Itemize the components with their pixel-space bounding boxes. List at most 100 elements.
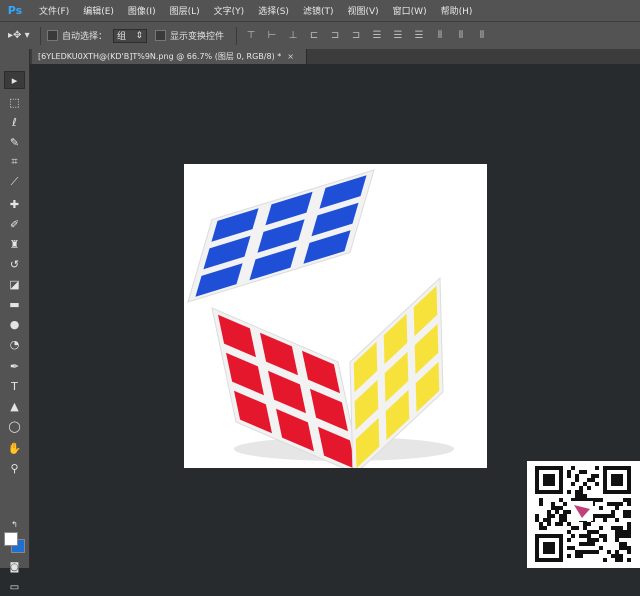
qr-module bbox=[591, 530, 595, 534]
close-icon[interactable]: × bbox=[287, 52, 294, 61]
rubiks-cube-image bbox=[187, 169, 454, 468]
crop-tool[interactable]: ⌗ bbox=[4, 153, 25, 171]
menu-layer[interactable]: 图层(L) bbox=[163, 4, 207, 17]
history-brush-tool[interactable]: ↺ bbox=[4, 255, 25, 273]
document-tab[interactable]: [6YLEDKU0XTH@(KD'B]T%9N.png @ 66.7% (图层 … bbox=[32, 49, 307, 64]
swap-colors-icon[interactable]: ↰ bbox=[4, 515, 25, 533]
qr-module bbox=[539, 498, 543, 502]
menu-select[interactable]: 选择(S) bbox=[251, 4, 296, 17]
eraser-tool[interactable]: ◪ bbox=[4, 275, 25, 293]
qr-module bbox=[539, 522, 543, 526]
gradient-tool[interactable]: ▬ bbox=[4, 295, 25, 313]
qr-finder-core bbox=[543, 542, 555, 554]
qr-module bbox=[555, 522, 559, 526]
qr-module bbox=[591, 542, 595, 546]
qr-module bbox=[583, 482, 587, 486]
distribute-left-icon[interactable]: ⫴ bbox=[432, 29, 448, 43]
qr-module bbox=[587, 522, 591, 526]
stamp-tool[interactable]: ♜ bbox=[4, 235, 25, 253]
qr-module bbox=[587, 538, 591, 542]
qr-module bbox=[603, 514, 607, 518]
show-transform-label: 显示变换控件 bbox=[170, 32, 225, 42]
path-select-tool[interactable]: ▲ bbox=[4, 397, 25, 415]
qr-module bbox=[595, 498, 599, 502]
qr-module bbox=[563, 514, 567, 518]
qr-module bbox=[627, 510, 631, 514]
menu-edit[interactable]: 编辑(E) bbox=[76, 4, 121, 17]
qr-module bbox=[583, 526, 587, 530]
shape-tool[interactable]: ◯ bbox=[4, 417, 25, 435]
qr-module bbox=[535, 518, 539, 522]
align-bottom-icon[interactable]: ⊥ bbox=[285, 29, 301, 43]
qr-module bbox=[619, 502, 623, 506]
align-top-icon[interactable]: ⊤ bbox=[243, 29, 259, 43]
menu-image[interactable]: 图像(I) bbox=[121, 4, 163, 17]
qr-module bbox=[563, 510, 567, 514]
qr-module bbox=[587, 530, 591, 534]
document-tab-bar: [6YLEDKU0XTH@(KD'B]T%9N.png @ 66.7% (图层 … bbox=[29, 49, 640, 64]
qr-module bbox=[567, 538, 571, 542]
qr-module bbox=[595, 466, 599, 470]
qr-module bbox=[611, 526, 615, 530]
type-tool[interactable]: T bbox=[4, 377, 25, 395]
qr-module bbox=[559, 518, 563, 522]
distribute-vcenter-icon[interactable]: ☰ bbox=[390, 29, 406, 43]
hand-tool[interactable]: ✋ bbox=[4, 439, 25, 457]
qr-module bbox=[567, 522, 571, 526]
qr-module bbox=[595, 514, 599, 518]
auto-select-dropdown[interactable]: 组 ⇕ bbox=[113, 28, 148, 43]
qr-module bbox=[615, 506, 619, 510]
blur-tool[interactable]: ● bbox=[4, 315, 25, 333]
distribute-hcenter-icon[interactable]: ⫴ bbox=[453, 29, 469, 43]
qr-module bbox=[619, 554, 623, 558]
qr-module bbox=[603, 534, 607, 538]
auto-select-checkbox[interactable] bbox=[47, 30, 58, 41]
screen-mode-icon[interactable]: ▭ bbox=[4, 578, 25, 596]
qr-module bbox=[567, 510, 571, 514]
qr-module bbox=[547, 514, 551, 518]
eyedropper-tool[interactable]: ⟋ bbox=[4, 173, 25, 191]
healing-tool[interactable]: ✚ bbox=[4, 195, 25, 213]
qr-module bbox=[599, 514, 603, 518]
lasso-tool[interactable]: ℓ bbox=[4, 113, 25, 131]
qr-module bbox=[623, 514, 627, 518]
menu-window[interactable]: 窗口(W) bbox=[386, 4, 434, 17]
qr-module bbox=[571, 466, 575, 470]
menu-view[interactable]: 视图(V) bbox=[340, 4, 385, 17]
align-vcenter-icon[interactable]: ⊢ bbox=[264, 29, 280, 43]
tools-panel: ↰ ◙ ▭ ▸ ⬚ ℓ ✎ ⌗ ⟋ ✚ ✐ ♜ ↺ ◪ ▬ ● ◔ ✒ T ▲ ◯ ✋ ⚲ bbox=[0, 49, 30, 593]
cube-faces bbox=[187, 169, 444, 468]
menu-type[interactable]: 文字(Y) bbox=[207, 4, 252, 17]
document-canvas[interactable] bbox=[184, 164, 487, 468]
menu-help[interactable]: 帮助(H) bbox=[434, 4, 480, 17]
show-transform-checkbox[interactable] bbox=[155, 30, 167, 41]
qr-finder-core bbox=[543, 474, 555, 486]
qr-module bbox=[587, 534, 591, 538]
foreground-color-swatch[interactable] bbox=[4, 532, 18, 546]
quick-select-tool[interactable]: ✎ bbox=[4, 133, 25, 151]
qr-module bbox=[579, 542, 583, 546]
dodge-tool[interactable]: ◔ bbox=[4, 335, 25, 353]
brush-tool[interactable]: ✐ bbox=[4, 215, 25, 233]
marquee-tool[interactable]: ⬚ bbox=[4, 93, 25, 111]
distribute-bottom-icon[interactable]: ☰ bbox=[411, 29, 427, 43]
move-tool[interactable]: ▸ bbox=[4, 71, 25, 89]
align-right-icon[interactable]: ⊐ bbox=[348, 29, 364, 43]
align-hcenter-icon[interactable]: ⊐ bbox=[327, 29, 343, 43]
qr-module bbox=[595, 550, 599, 554]
menu-filter[interactable]: 滤镜(T) bbox=[296, 4, 341, 17]
qr-module bbox=[543, 526, 547, 530]
pen-tool[interactable]: ✒ bbox=[4, 357, 25, 375]
distribute-top-icon[interactable]: ☰ bbox=[369, 29, 385, 43]
qr-module bbox=[623, 498, 627, 502]
quick-mask-icon[interactable]: ◙ bbox=[4, 558, 25, 576]
align-left-icon[interactable]: ⊏ bbox=[306, 29, 322, 43]
qr-module bbox=[607, 550, 611, 554]
menu-file[interactable]: 文件(F) bbox=[32, 4, 76, 17]
zoom-tool[interactable]: ⚲ bbox=[4, 459, 25, 477]
distribute-right-icon[interactable]: ⫴ bbox=[474, 29, 490, 43]
qr-module bbox=[547, 522, 551, 526]
move-tool-preset-icon[interactable]: ▸✥ ▾ bbox=[8, 27, 34, 45]
qr-module bbox=[575, 494, 579, 498]
qr-module bbox=[575, 526, 579, 530]
